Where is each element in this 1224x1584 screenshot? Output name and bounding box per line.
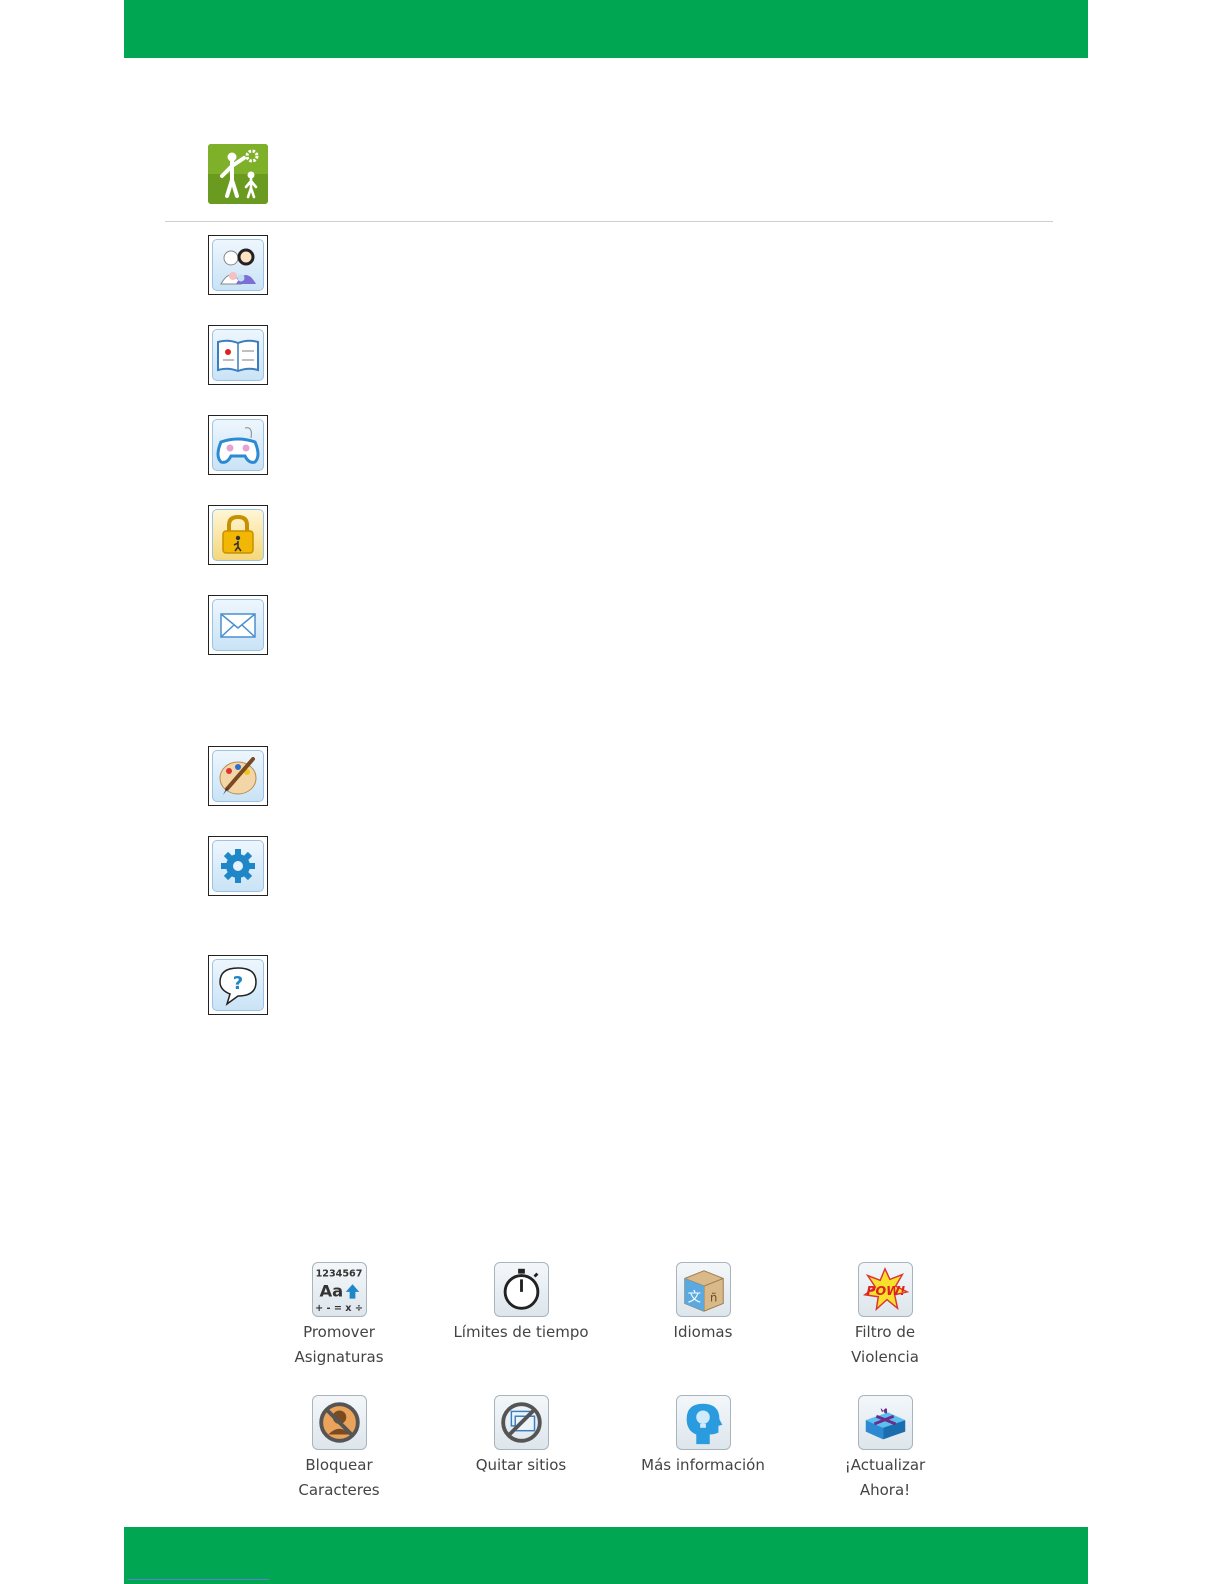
tile-label: ¡Actualizar Ahora! [844,1456,926,1499]
tile-bloquear-caracteres[interactable]: Bloquear Caracteres [264,1395,414,1503]
svg-text:?: ? [233,973,243,994]
tile-label: Más información [641,1456,765,1474]
envelope-icon[interactable] [208,595,268,655]
gift-icon [857,1395,913,1450]
svg-text:ñ: ñ [709,1291,716,1305]
lock-icon[interactable] [208,505,268,565]
tile-label: Quitar sitios [475,1456,567,1474]
svg-text:文: 文 [687,1290,701,1306]
svg-text:1234567: 1234567 [315,1268,362,1279]
tile-label: Filtro de Violencia [851,1323,919,1366]
tile-actualizar-ahora[interactable]: ¡Actualizar Ahora! [810,1395,960,1503]
svg-text:+ - = x ÷: + - = x ÷ [315,1303,363,1314]
bottom-link-underline[interactable] [127,1579,269,1580]
tile-idiomas[interactable]: 文 ñ Idiomas [628,1262,778,1345]
stopwatch-icon [493,1262,549,1317]
tile-quitar-sitios[interactable]: Quitar sitios [446,1395,596,1478]
book-icon[interactable] [208,325,268,385]
tile-filtro-de-violencia[interactable]: POW! Filtro de Violencia [810,1262,960,1370]
top-green-band [124,0,1088,58]
subjects-icon: 1234567 Aa + - = x ÷ [311,1262,367,1317]
pow-icon: POW! [857,1262,913,1317]
remove-sites-icon [493,1395,549,1450]
info-head-icon [675,1395,731,1450]
tile-label: Límites de tiempo [453,1323,589,1341]
tile-label: Promover Asignaturas [294,1323,384,1366]
tile-promover-asignaturas[interactable]: 1234567 Aa + - = x ÷ Promover Asignatura… [264,1262,414,1370]
tile-label: Idiomas [673,1323,733,1341]
header-divider [165,221,1053,222]
tile-limites-de-tiempo[interactable]: Límites de tiempo [446,1262,596,1345]
language-cube-icon: 文 ñ [675,1262,731,1317]
tile-label: Bloquear Caracteres [298,1456,380,1499]
palette-icon[interactable] [208,746,268,806]
block-character-icon [311,1395,367,1450]
parent-control-icon [208,144,268,204]
bottom-green-band [124,1527,1088,1584]
tile-mas-informacion[interactable]: Más información [628,1395,778,1478]
help-bubble-icon[interactable]: ? [208,955,268,1015]
family-icon[interactable] [208,235,268,295]
gamepad-icon[interactable] [208,415,268,475]
svg-text:Aa: Aa [319,1282,343,1301]
svg-text:POW!: POW! [866,1283,905,1298]
gear-icon[interactable] [208,836,268,896]
